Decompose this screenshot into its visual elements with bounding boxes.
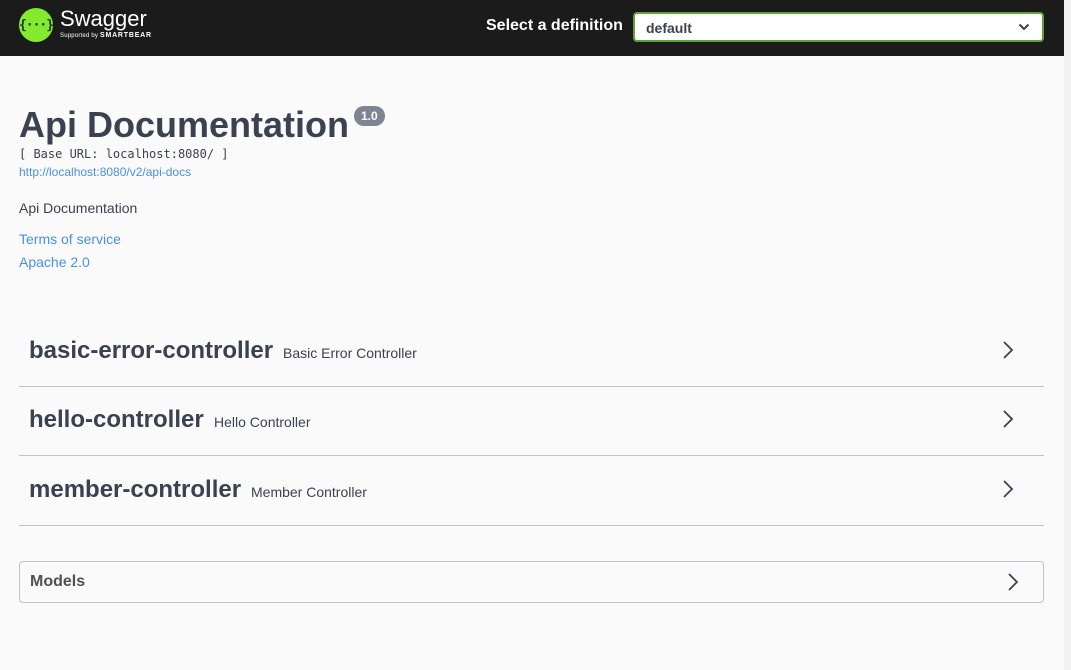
tag-basic-error-controller[interactable]: basic-error-controller Basic Error Contr… (19, 317, 1044, 387)
version-badge: 1.0 (354, 106, 385, 126)
tag-description: Member Controller (251, 484, 367, 500)
swagger-logo-icon: {···} (18, 8, 54, 42)
license-link[interactable]: Apache 2.0 (19, 254, 90, 270)
chevron-down-icon (1018, 23, 1030, 31)
models-section[interactable]: Models (19, 561, 1044, 603)
chevron-right-icon (1008, 573, 1019, 591)
terms-of-service-link[interactable]: Terms of service (19, 231, 121, 247)
logo-subtitle: Supported by SMARTBEAR (60, 32, 152, 40)
logo-mark-glyph: {···} (18, 17, 54, 33)
chevron-right-icon (1003, 341, 1014, 359)
topbar: {···} Swagger Supported by SMARTBEAR Sel… (0, 0, 1064, 56)
tag-name: basic-error-controller (29, 337, 274, 364)
definition-select[interactable]: default (633, 12, 1044, 42)
tag-name: member-controller (29, 476, 242, 503)
page-title: Api Documentation (19, 104, 349, 145)
chevron-right-icon (1003, 480, 1014, 498)
api-docs-link[interactable]: http://localhost:8080/v2/api-docs (19, 165, 191, 179)
tag-description: Basic Error Controller (283, 345, 417, 361)
logo-name: Swagger (60, 6, 147, 31)
api-description: Api Documentation (19, 200, 138, 216)
definition-label: Select a definition (486, 17, 623, 34)
tag-hello-controller[interactable]: hello-controller Hello Controller (19, 386, 1044, 456)
models-label: Models (30, 573, 86, 590)
chevron-right-icon (1003, 410, 1014, 428)
definition-select-value: default (646, 20, 692, 36)
tag-name: hello-controller (29, 406, 204, 433)
page-scrollbar[interactable] (1064, 0, 1071, 670)
logo-sub-brand: SMARTBEAR (99, 32, 152, 39)
tag-description: Hello Controller (214, 414, 311, 430)
logo-text: Swagger Supported by SMARTBEAR (60, 6, 152, 40)
logo-sub-prefix: Supported by (60, 33, 99, 39)
swagger-logo[interactable]: {···} Swagger Supported by SMARTBEAR (18, 6, 152, 42)
tag-member-controller[interactable]: member-controller Member Controller (19, 456, 1044, 526)
base-url: [ Base URL: localhost:8080/ ] (19, 147, 229, 161)
